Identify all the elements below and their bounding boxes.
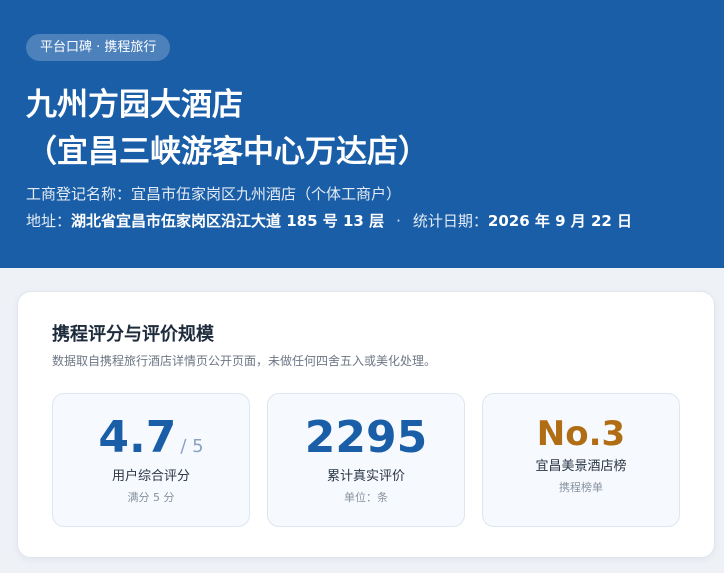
rank-label: 宜昌美景酒店榜 xyxy=(535,459,627,474)
rank-value: No.3 xyxy=(536,414,626,454)
business-registration: 工商登记名称：宜昌市伍家岗区九州酒店（个体工商户） xyxy=(26,184,401,204)
reviews-note: 单位：条 xyxy=(344,491,388,504)
date-value: 2026 年 9 月 22 日 xyxy=(487,212,633,230)
reg-label: 工商登记名称： xyxy=(26,185,132,203)
stat-card-reviews: 2295 累计真实评价 单位：条 xyxy=(267,393,465,527)
reviews-label: 累计真实评价 xyxy=(326,469,405,484)
address-value: 湖北省宜昌市伍家岗区沿江大道 185 号 13 层 xyxy=(71,212,385,230)
address-line: 地址：湖北省宜昌市伍家岗区沿江大道 185 号 13 层 · 统计日期：2026 年… xyxy=(26,211,632,231)
platform-badge: 平台口碑 · 携程旅行 xyxy=(26,34,171,61)
hotel-header: 平台口碑 · 携程旅行 九州方园大酒店 （宜昌三峡游客中心万达店） 工商登记名称… xyxy=(0,0,724,268)
hotel-title-line1: 九州方园大酒店 xyxy=(26,87,243,123)
ratings-subtitle: 数据取自携程旅行酒店详情页公开页面，未做任何四舍五入或美化处理。 xyxy=(52,354,437,368)
stat-card-score: 4.7/ 5 用户综合评分 满分 5 分 xyxy=(52,393,250,527)
separator: · xyxy=(396,212,401,230)
score-max: / 5 xyxy=(180,436,204,457)
score-label: 用户综合评分 xyxy=(111,469,190,484)
rank-note: 携程榜单 xyxy=(559,481,603,494)
reg-value: 宜昌市伍家岗区九州酒店（个体工商户） xyxy=(131,185,402,203)
ratings-card: 携程评分与评价规模 数据取自携程旅行酒店详情页公开页面，未做任何四舍五入或美化处… xyxy=(17,291,715,558)
hotel-title-line2: （宜昌三峡游客中心万达店） xyxy=(26,134,429,170)
score-value: 4.7 xyxy=(98,412,177,463)
reviews-value: 2295 xyxy=(304,412,428,463)
score-value-row: 4.7/ 5 xyxy=(53,412,249,473)
ratings-title: 携程评分与评价规模 xyxy=(52,324,214,345)
hotel-title: 九州方园大酒店 （宜昌三峡游客中心万达店） xyxy=(26,82,706,176)
stat-card-rank: No.3 宜昌美景酒店榜 携程榜单 xyxy=(482,393,680,527)
address-label: 地址： xyxy=(26,212,72,230)
date-label: 统计日期： xyxy=(412,212,488,230)
score-note: 满分 5 分 xyxy=(127,491,175,504)
